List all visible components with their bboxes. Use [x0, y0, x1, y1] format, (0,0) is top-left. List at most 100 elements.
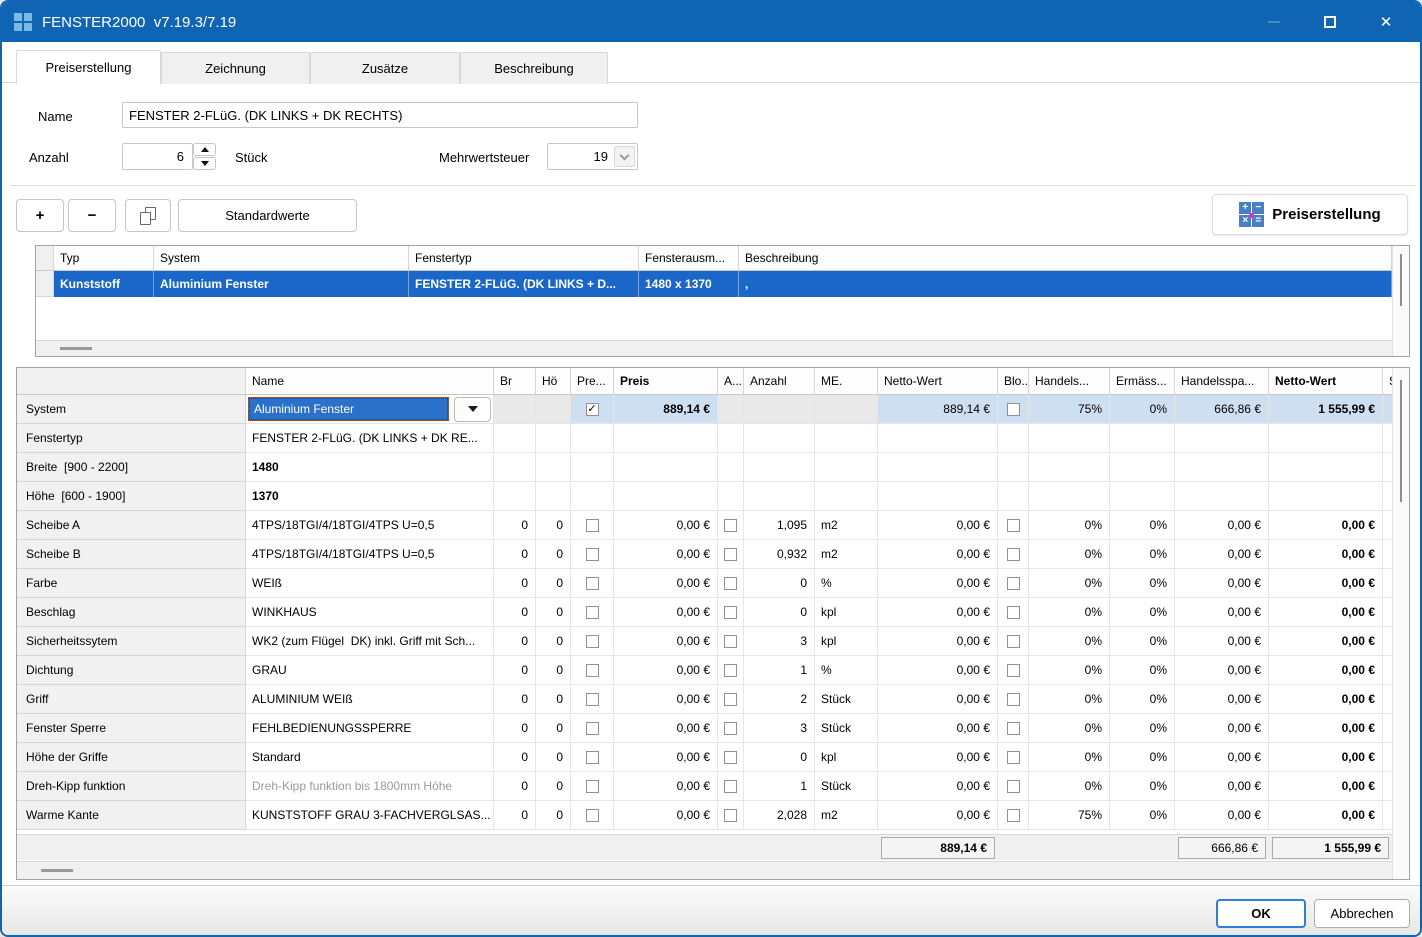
cell-br-scheibe-b[interactable]: 0 — [494, 540, 536, 569]
cell-anzahl-h-he-der-griffe[interactable]: 0 — [744, 743, 815, 772]
cell-ho-griff[interactable]: 0 — [536, 685, 571, 714]
cell-netto2-fenstertyp[interactable] — [1269, 424, 1383, 453]
cell-ho-dreh-kipp-funktion[interactable]: 0 — [536, 772, 571, 801]
cell-netto-farbe[interactable]: 0,00 € — [878, 569, 998, 598]
cell-ho-fenstertyp[interactable] — [536, 424, 571, 453]
blo-checkbox-system[interactable] — [1007, 403, 1020, 416]
a-checkbox-warme-kante[interactable] — [724, 809, 737, 822]
cell-ermaess-fenstertyp[interactable] — [1110, 424, 1175, 453]
cell-me-scheibe-b[interactable]: m2 — [815, 540, 878, 569]
cell-netto-scheibe-b[interactable]: 0,00 € — [878, 540, 998, 569]
cell-netto2-scheibe-b[interactable]: 0,00 € — [1269, 540, 1383, 569]
row-selector-cell[interactable] — [36, 271, 54, 297]
cell-preis-fenster-sperre[interactable]: 0,00 € — [614, 714, 718, 743]
system-editor[interactable]: Aluminium Fenster — [248, 397, 449, 421]
pre-checkbox-dreh-kipp-funktion[interactable] — [586, 780, 599, 793]
cell-a-system[interactable] — [718, 395, 744, 424]
cancel-button[interactable]: Abbrechen — [1314, 899, 1410, 928]
cell-anzahl-griff[interactable]: 2 — [744, 685, 815, 714]
cell-handels-fenstertyp[interactable] — [1029, 424, 1110, 453]
minimize-icon[interactable] — [1246, 2, 1302, 42]
cell-me-farbe[interactable]: % — [815, 569, 878, 598]
cell-pre-farbe[interactable] — [571, 569, 614, 598]
cell-netto-beschlag[interactable]: 0,00 € — [878, 598, 998, 627]
pre-checkbox-farbe[interactable] — [586, 577, 599, 590]
cell-netto-h-he-der-griffe[interactable]: 0,00 € — [878, 743, 998, 772]
a-checkbox-dreh-kipp-funktion[interactable] — [724, 780, 737, 793]
a-checkbox-scheibe-b[interactable] — [724, 548, 737, 561]
cell-handels-dreh-kipp-funktion[interactable]: 0% — [1029, 772, 1110, 801]
cell-spanne-scheibe-a[interactable]: 0,00 € — [1175, 511, 1269, 540]
cell-ho-scheibe-a[interactable]: 0 — [536, 511, 571, 540]
cell-netto2-warme-kante[interactable]: 0,00 € — [1269, 801, 1383, 830]
cell-ermaess-scheibe-b[interactable]: 0% — [1110, 540, 1175, 569]
cell-preis-beschlag[interactable]: 0,00 € — [614, 598, 718, 627]
cell-preis-h-he-600-1900[interactable] — [614, 482, 718, 511]
cell-a-dichtung[interactable] — [718, 656, 744, 685]
cell-pre-system[interactable]: ✓ — [571, 395, 614, 424]
cell-br-dichtung[interactable]: 0 — [494, 656, 536, 685]
upper-column-header-4[interactable]: Beschreibung — [739, 246, 1392, 271]
cell-blo-fenster-sperre[interactable] — [998, 714, 1029, 743]
blo-checkbox-sicherheitssytem[interactable] — [1007, 635, 1020, 648]
cell-ermaess-breite-900-2200[interactable] — [1110, 453, 1175, 482]
cell-spanne-h-he-600-1900[interactable] — [1175, 482, 1269, 511]
cell-anzahl-dichtung[interactable]: 1 — [744, 656, 815, 685]
cell-netto2-system[interactable]: 1 555,99 € — [1269, 395, 1383, 424]
cell-a-beschlag[interactable] — [718, 598, 744, 627]
cell-ermaess-h-he-600-1900[interactable] — [1110, 482, 1175, 511]
cell-netto2-fenster-sperre[interactable]: 0,00 € — [1269, 714, 1383, 743]
chevron-down-icon[interactable] — [614, 146, 635, 167]
cell-preis-warme-kante[interactable]: 0,00 € — [614, 801, 718, 830]
cell-preis-scheibe-b[interactable]: 0,00 € — [614, 540, 718, 569]
upper-column-header-1[interactable]: System — [154, 246, 409, 271]
cell-ermaess-dichtung[interactable]: 0% — [1110, 656, 1175, 685]
detail-scrollbar[interactable] — [1392, 368, 1409, 879]
a-checkbox-griff[interactable] — [724, 693, 737, 706]
cell-netto-system[interactable]: 889,14 € — [878, 395, 998, 424]
cell-anzahl-h-he-600-1900[interactable] — [744, 482, 815, 511]
cell-a-scheibe-a[interactable] — [718, 511, 744, 540]
cell-spanne-system[interactable]: 666,86 € — [1175, 395, 1269, 424]
cell-handels-farbe[interactable]: 0% — [1029, 569, 1110, 598]
upper-column-header-3[interactable]: Fensterausm... — [639, 246, 739, 271]
cell-anzahl-farbe[interactable]: 0 — [744, 569, 815, 598]
cell-netto-fenstertyp[interactable] — [878, 424, 998, 453]
cell-netto2-h-he-600-1900[interactable] — [1269, 482, 1383, 511]
cell-ho-system[interactable] — [536, 395, 571, 424]
cell-preis-dichtung[interactable]: 0,00 € — [614, 656, 718, 685]
cell-handels-breite-900-2200[interactable] — [1029, 453, 1110, 482]
cell-pre-scheibe-b[interactable] — [571, 540, 614, 569]
cell-pre-beschlag[interactable] — [571, 598, 614, 627]
cell-netto-warme-kante[interactable]: 0,00 € — [878, 801, 998, 830]
cell-me-dichtung[interactable]: % — [815, 656, 878, 685]
cell-preis-farbe[interactable]: 0,00 € — [614, 569, 718, 598]
blo-checkbox-warme-kante[interactable] — [1007, 809, 1020, 822]
cell-ho-warme-kante[interactable]: 0 — [536, 801, 571, 830]
cell-ermaess-scheibe-a[interactable]: 0% — [1110, 511, 1175, 540]
cell-a-dreh-kipp-funktion[interactable] — [718, 772, 744, 801]
cell-blo-h-he-der-griffe[interactable] — [998, 743, 1029, 772]
cell-preis-fenstertyp[interactable] — [614, 424, 718, 453]
add-row-button[interactable]: + — [16, 199, 64, 232]
cell-netto2-griff[interactable]: 0,00 € — [1269, 685, 1383, 714]
cell-me-beschlag[interactable]: kpl — [815, 598, 878, 627]
cell-pre-breite-900-2200[interactable] — [571, 453, 614, 482]
cell-netto2-scheibe-a[interactable]: 0,00 € — [1269, 511, 1383, 540]
cell-name-fenstertyp[interactable]: FENSTER 2-FLüG. (DK LINKS + DK RE... — [246, 424, 494, 453]
cell-name-scheibe-b[interactable]: 4TPS/18TGI/4/18TGI/4TPS U=0,5 — [246, 540, 494, 569]
a-checkbox-dichtung[interactable] — [724, 664, 737, 677]
maximize-icon[interactable] — [1302, 2, 1358, 42]
cell-netto-dreh-kipp-funktion[interactable]: 0,00 € — [878, 772, 998, 801]
cell-ho-beschlag[interactable]: 0 — [536, 598, 571, 627]
cell-a-scheibe-b[interactable] — [718, 540, 744, 569]
cell-blo-farbe[interactable] — [998, 569, 1029, 598]
cell-ho-fenster-sperre[interactable]: 0 — [536, 714, 571, 743]
cell-handels-beschlag[interactable]: 0% — [1029, 598, 1110, 627]
close-icon[interactable]: ✕ — [1358, 2, 1414, 42]
blo-checkbox-scheibe-b[interactable] — [1007, 548, 1020, 561]
cell-name-system[interactable]: Aluminium Fenster — [246, 395, 494, 424]
cell-me-dreh-kipp-funktion[interactable]: Stück — [815, 772, 878, 801]
cell-name-scheibe-a[interactable]: 4TPS/18TGI/4/18TGI/4TPS U=0,5 — [246, 511, 494, 540]
a-checkbox-fenster-sperre[interactable] — [724, 722, 737, 735]
